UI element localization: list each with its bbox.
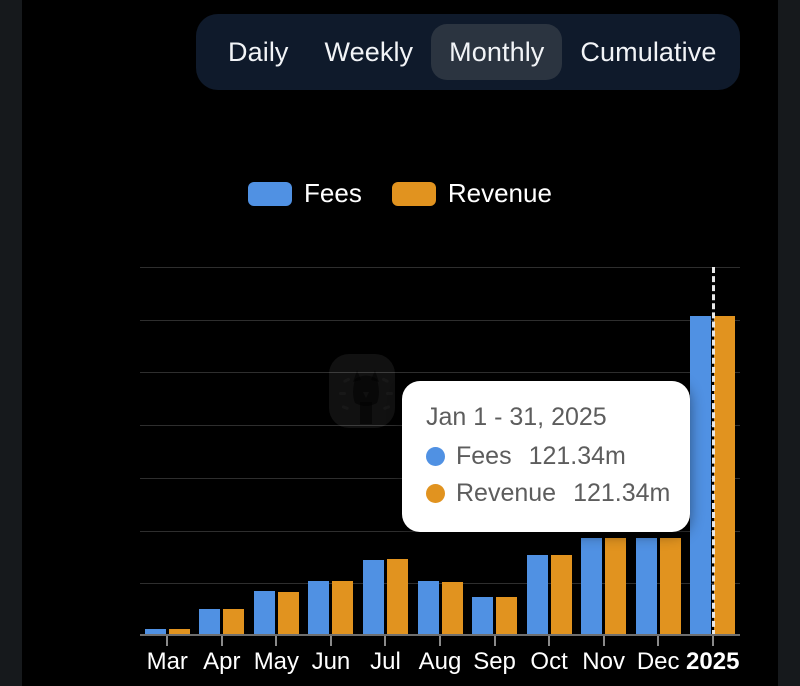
bar-group[interactable] [685, 267, 740, 646]
bar-group[interactable] [304, 267, 359, 646]
bar-revenue[interactable] [223, 608, 245, 636]
tooltip-name-fees: Fees [456, 442, 512, 470]
x-axis-line [140, 634, 740, 636]
bar-fees[interactable] [472, 597, 494, 636]
tooltip-value-fees: 121.34m [528, 442, 626, 470]
tooltip-row-fees: Fees 121.34m [426, 442, 666, 471]
x-axis-tick [493, 636, 496, 646]
x-axis-tick [657, 636, 660, 646]
bar-fees[interactable] [199, 609, 221, 636]
bar-fees[interactable] [581, 538, 603, 636]
x-axis-label: May [253, 648, 300, 675]
bar-revenue[interactable] [277, 591, 299, 636]
x-axis-tick [384, 636, 387, 646]
llama-logo-watermark-icon [327, 352, 405, 436]
x-axis-labels: Mar Apr May Jun Jul Aug Sep Oct Nov Dec 2025 [140, 648, 740, 676]
bar-revenue[interactable] [550, 555, 572, 636]
bar-chart: 020m40m60m80m100m120m140m MarAprMayJunJu… [0, 0, 800, 686]
bar-revenue[interactable] [386, 559, 408, 636]
x-axis-tick [602, 636, 605, 646]
bar-revenue[interactable] [441, 581, 463, 636]
bar-revenue[interactable] [332, 580, 354, 636]
x-axis-tick [711, 636, 714, 646]
bar-fees[interactable] [362, 559, 384, 636]
bar-fees[interactable] [417, 581, 439, 636]
bar-group[interactable] [195, 267, 250, 646]
bar-fees[interactable] [308, 580, 330, 636]
x-axis-tick [439, 636, 441, 646]
tooltip-name-revenue: Revenue [456, 479, 557, 507]
bar-group[interactable] [249, 267, 304, 646]
bar-fees[interactable] [690, 316, 712, 636]
x-axis-tick [220, 636, 223, 646]
x-axis-label: Dec [636, 648, 680, 675]
tooltip-dot-revenue [426, 484, 445, 503]
tooltip-dot-fees [426, 447, 445, 466]
x-axis-tick [329, 636, 332, 646]
cursor-line [711, 267, 715, 636]
x-axis-label: 2025 [686, 648, 740, 675]
x-axis-tick [166, 636, 169, 646]
bar-revenue[interactable] [496, 597, 518, 636]
bar-revenue[interactable] [714, 316, 736, 636]
app-root: Daily Weekly Monthly Cumulative Fees Rev… [0, 0, 800, 686]
x-axis-label: Apr [203, 648, 241, 675]
x-axis-label: Mar [146, 648, 188, 675]
tooltip-title: Jan 1 - 31, 2025 [426, 403, 607, 431]
x-axis-label: Oct [530, 648, 568, 675]
bar-revenue[interactable] [605, 538, 627, 636]
tooltip-row-revenue: Revenue 121.34m [426, 479, 670, 508]
x-axis-label: Sep [473, 648, 516, 675]
bar-fees[interactable] [526, 554, 548, 636]
bar-group[interactable] [140, 267, 195, 646]
bar-fees[interactable] [253, 591, 275, 636]
x-axis-label: Nov [582, 648, 625, 675]
x-axis-tick [275, 636, 278, 646]
chart-tooltip: Jan 1 - 31, 2025 Fees 121.34m Revenue 12… [402, 381, 690, 532]
tooltip-value-revenue: 121.34m [573, 479, 671, 507]
x-axis-label: Jul [370, 648, 401, 675]
x-axis-tick [548, 636, 551, 646]
x-axis-label: Aug [418, 648, 462, 675]
x-axis-label: Jun [311, 648, 351, 675]
bar-fees[interactable] [635, 538, 657, 636]
bar-revenue[interactable] [659, 538, 681, 636]
